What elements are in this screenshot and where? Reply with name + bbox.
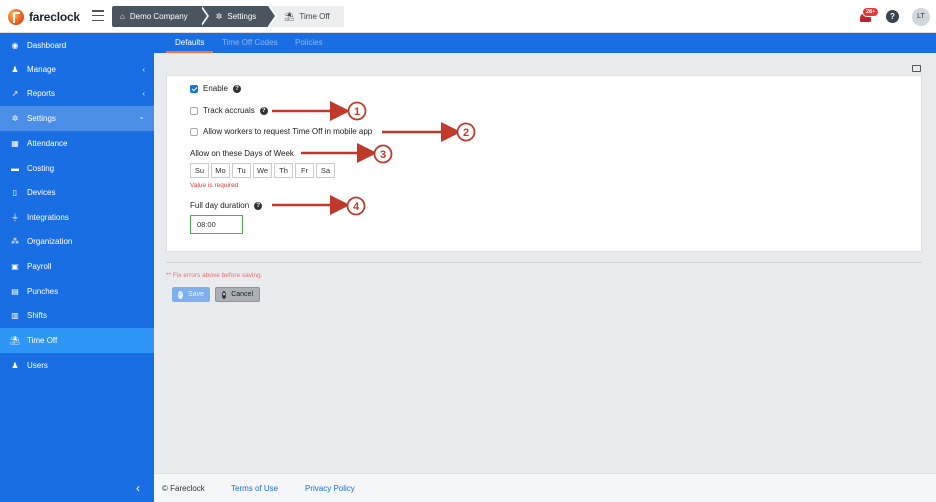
sitemap-icon: ⁂ bbox=[11, 237, 19, 246]
day-su-button[interactable]: Su bbox=[190, 163, 209, 178]
gear-icon: ✲ bbox=[11, 114, 19, 123]
gear-icon: ✲ bbox=[215, 12, 223, 21]
sidebar-item-organization[interactable]: ⁂ Organization bbox=[0, 229, 154, 254]
money-icon: ▣ bbox=[11, 262, 19, 271]
sidebar-item-reports[interactable]: ↗ Reports ‹ bbox=[0, 81, 154, 106]
sidebar-item-payroll[interactable]: ▣ Payroll bbox=[0, 254, 154, 279]
chart-icon: ↗ bbox=[11, 89, 19, 98]
save-button[interactable]: ✓ Save bbox=[172, 287, 210, 302]
footer-copyright: © Fareclock bbox=[162, 484, 205, 493]
help-icon[interactable]: ? bbox=[254, 201, 263, 210]
enable-row: Enable ? bbox=[190, 84, 241, 93]
tab-time-off-codes[interactable]: Time Off Codes bbox=[222, 38, 278, 47]
divider bbox=[166, 262, 922, 263]
check-icon: ✓ bbox=[178, 290, 184, 299]
collapse-sidebar-button[interactable]: ‹ bbox=[136, 481, 140, 495]
person-icon: ♟ bbox=[11, 65, 19, 74]
sidebar-item-costing[interactable]: ▬ Costing bbox=[0, 156, 154, 181]
track-accruals-label: Track accruals bbox=[203, 106, 255, 115]
sidebar-item-punches[interactable]: ▤ Punches bbox=[0, 279, 154, 304]
breadcrumb-time-off: ⛱ Time Off bbox=[268, 6, 344, 27]
full-day-duration-input[interactable]: 08:00 bbox=[190, 215, 243, 234]
clipboard-icon: ▥ bbox=[11, 311, 19, 320]
day-fr-button[interactable]: Fr bbox=[295, 163, 314, 178]
chevron-down-icon: ⌄ bbox=[138, 112, 145, 121]
card-view-icon[interactable] bbox=[912, 65, 921, 72]
allow-mobile-row: Allow workers to request Time Off in mob… bbox=[190, 127, 372, 136]
breadcrumb: ⌂ Demo Company ✲ Settings ⛱ Time Off bbox=[112, 6, 344, 27]
dashboard-icon: ◉ bbox=[11, 41, 19, 50]
sidebar-item-shifts[interactable]: ▥ Shifts bbox=[0, 303, 154, 328]
help-icon[interactable]: ? bbox=[886, 10, 899, 23]
day-mo-button[interactable]: Mo bbox=[211, 163, 230, 178]
brand-name: fareclock bbox=[29, 10, 80, 24]
cancel-button[interactable]: × Cancel bbox=[215, 287, 260, 302]
day-sa-button[interactable]: Sa bbox=[316, 163, 335, 178]
sidebar-item-users[interactable]: ♟ Users bbox=[0, 353, 154, 378]
tab-policies[interactable]: Policies bbox=[295, 38, 323, 47]
enable-label: Enable bbox=[203, 84, 228, 93]
device-icon: ▯ bbox=[12, 188, 18, 197]
logo[interactable]: fareclock bbox=[8, 8, 80, 26]
day-tu-button[interactable]: Tu bbox=[232, 163, 251, 178]
home-icon: ⌂ bbox=[120, 12, 125, 21]
sidebar-item-time-off[interactable]: ⛱ Time Off bbox=[0, 328, 154, 353]
notification-badge: 28+ bbox=[862, 7, 880, 17]
terms-link[interactable]: Terms of Use bbox=[231, 484, 278, 493]
track-accruals-row: Track accruals ? bbox=[190, 106, 268, 115]
bar-chart-icon: ▬ bbox=[11, 164, 19, 173]
chevron-left-icon: ‹ bbox=[142, 89, 145, 98]
breadcrumb-settings[interactable]: ✲ Settings bbox=[199, 6, 277, 27]
track-accruals-checkbox[interactable] bbox=[190, 106, 198, 115]
duration-label: Full day duration bbox=[190, 201, 250, 210]
notifications-button[interactable]: 28+ bbox=[860, 7, 880, 24]
days-error: Value is required bbox=[190, 182, 239, 189]
sidebar-item-integrations[interactable]: ⏚ Integrations bbox=[0, 205, 154, 230]
plug-icon: ⏚ bbox=[11, 213, 19, 222]
sidebar-item-attendance[interactable]: ▦ Attendance bbox=[0, 131, 154, 156]
menu-icon[interactable] bbox=[92, 10, 104, 21]
chevron-left-icon: ‹ bbox=[142, 65, 145, 74]
fix-errors-message: ** Fix errors above before saving. bbox=[166, 272, 263, 279]
punch-icon: ▤ bbox=[11, 287, 19, 296]
days-of-week-selector: Su Mo Tu We Th Fr Sa bbox=[190, 163, 335, 178]
avatar[interactable]: LT bbox=[912, 8, 930, 26]
beach-icon: ⛱ bbox=[284, 12, 295, 21]
breadcrumb-demo-company[interactable]: ⌂ Demo Company bbox=[112, 6, 209, 27]
allow-mobile-label: Allow workers to request Time Off in mob… bbox=[203, 127, 373, 136]
users-icon: ♟ bbox=[11, 361, 19, 370]
beach-icon: ⛱ bbox=[9, 336, 21, 345]
enable-checkbox[interactable] bbox=[190, 84, 198, 93]
help-icon[interactable]: ? bbox=[259, 106, 268, 115]
top-bar: fareclock ⌂ Demo Company ✲ Settings ⛱ Ti… bbox=[0, 0, 936, 33]
sidebar-item-manage[interactable]: ♟ Manage ‹ bbox=[0, 57, 154, 82]
duration-row: Full day duration ? bbox=[190, 201, 263, 210]
table-icon: ▦ bbox=[11, 139, 19, 148]
allow-mobile-checkbox[interactable] bbox=[190, 127, 198, 136]
close-icon: × bbox=[222, 290, 227, 299]
tab-defaults[interactable]: Defaults bbox=[175, 38, 204, 47]
help-icon[interactable]: ? bbox=[232, 84, 241, 93]
sidebar-item-dashboard[interactable]: ◉ Dashboard bbox=[0, 33, 154, 58]
sidebar-item-devices[interactable]: ▯ Devices bbox=[0, 180, 154, 205]
day-we-button[interactable]: We bbox=[253, 163, 272, 178]
sidebar-item-settings[interactable]: ✲ Settings ⌄ bbox=[0, 106, 154, 131]
day-th-button[interactable]: Th bbox=[274, 163, 293, 178]
fareclock-logo-icon bbox=[8, 9, 24, 25]
privacy-link[interactable]: Privacy Policy bbox=[305, 484, 355, 493]
days-label: Allow on these Days of Week bbox=[190, 149, 294, 158]
